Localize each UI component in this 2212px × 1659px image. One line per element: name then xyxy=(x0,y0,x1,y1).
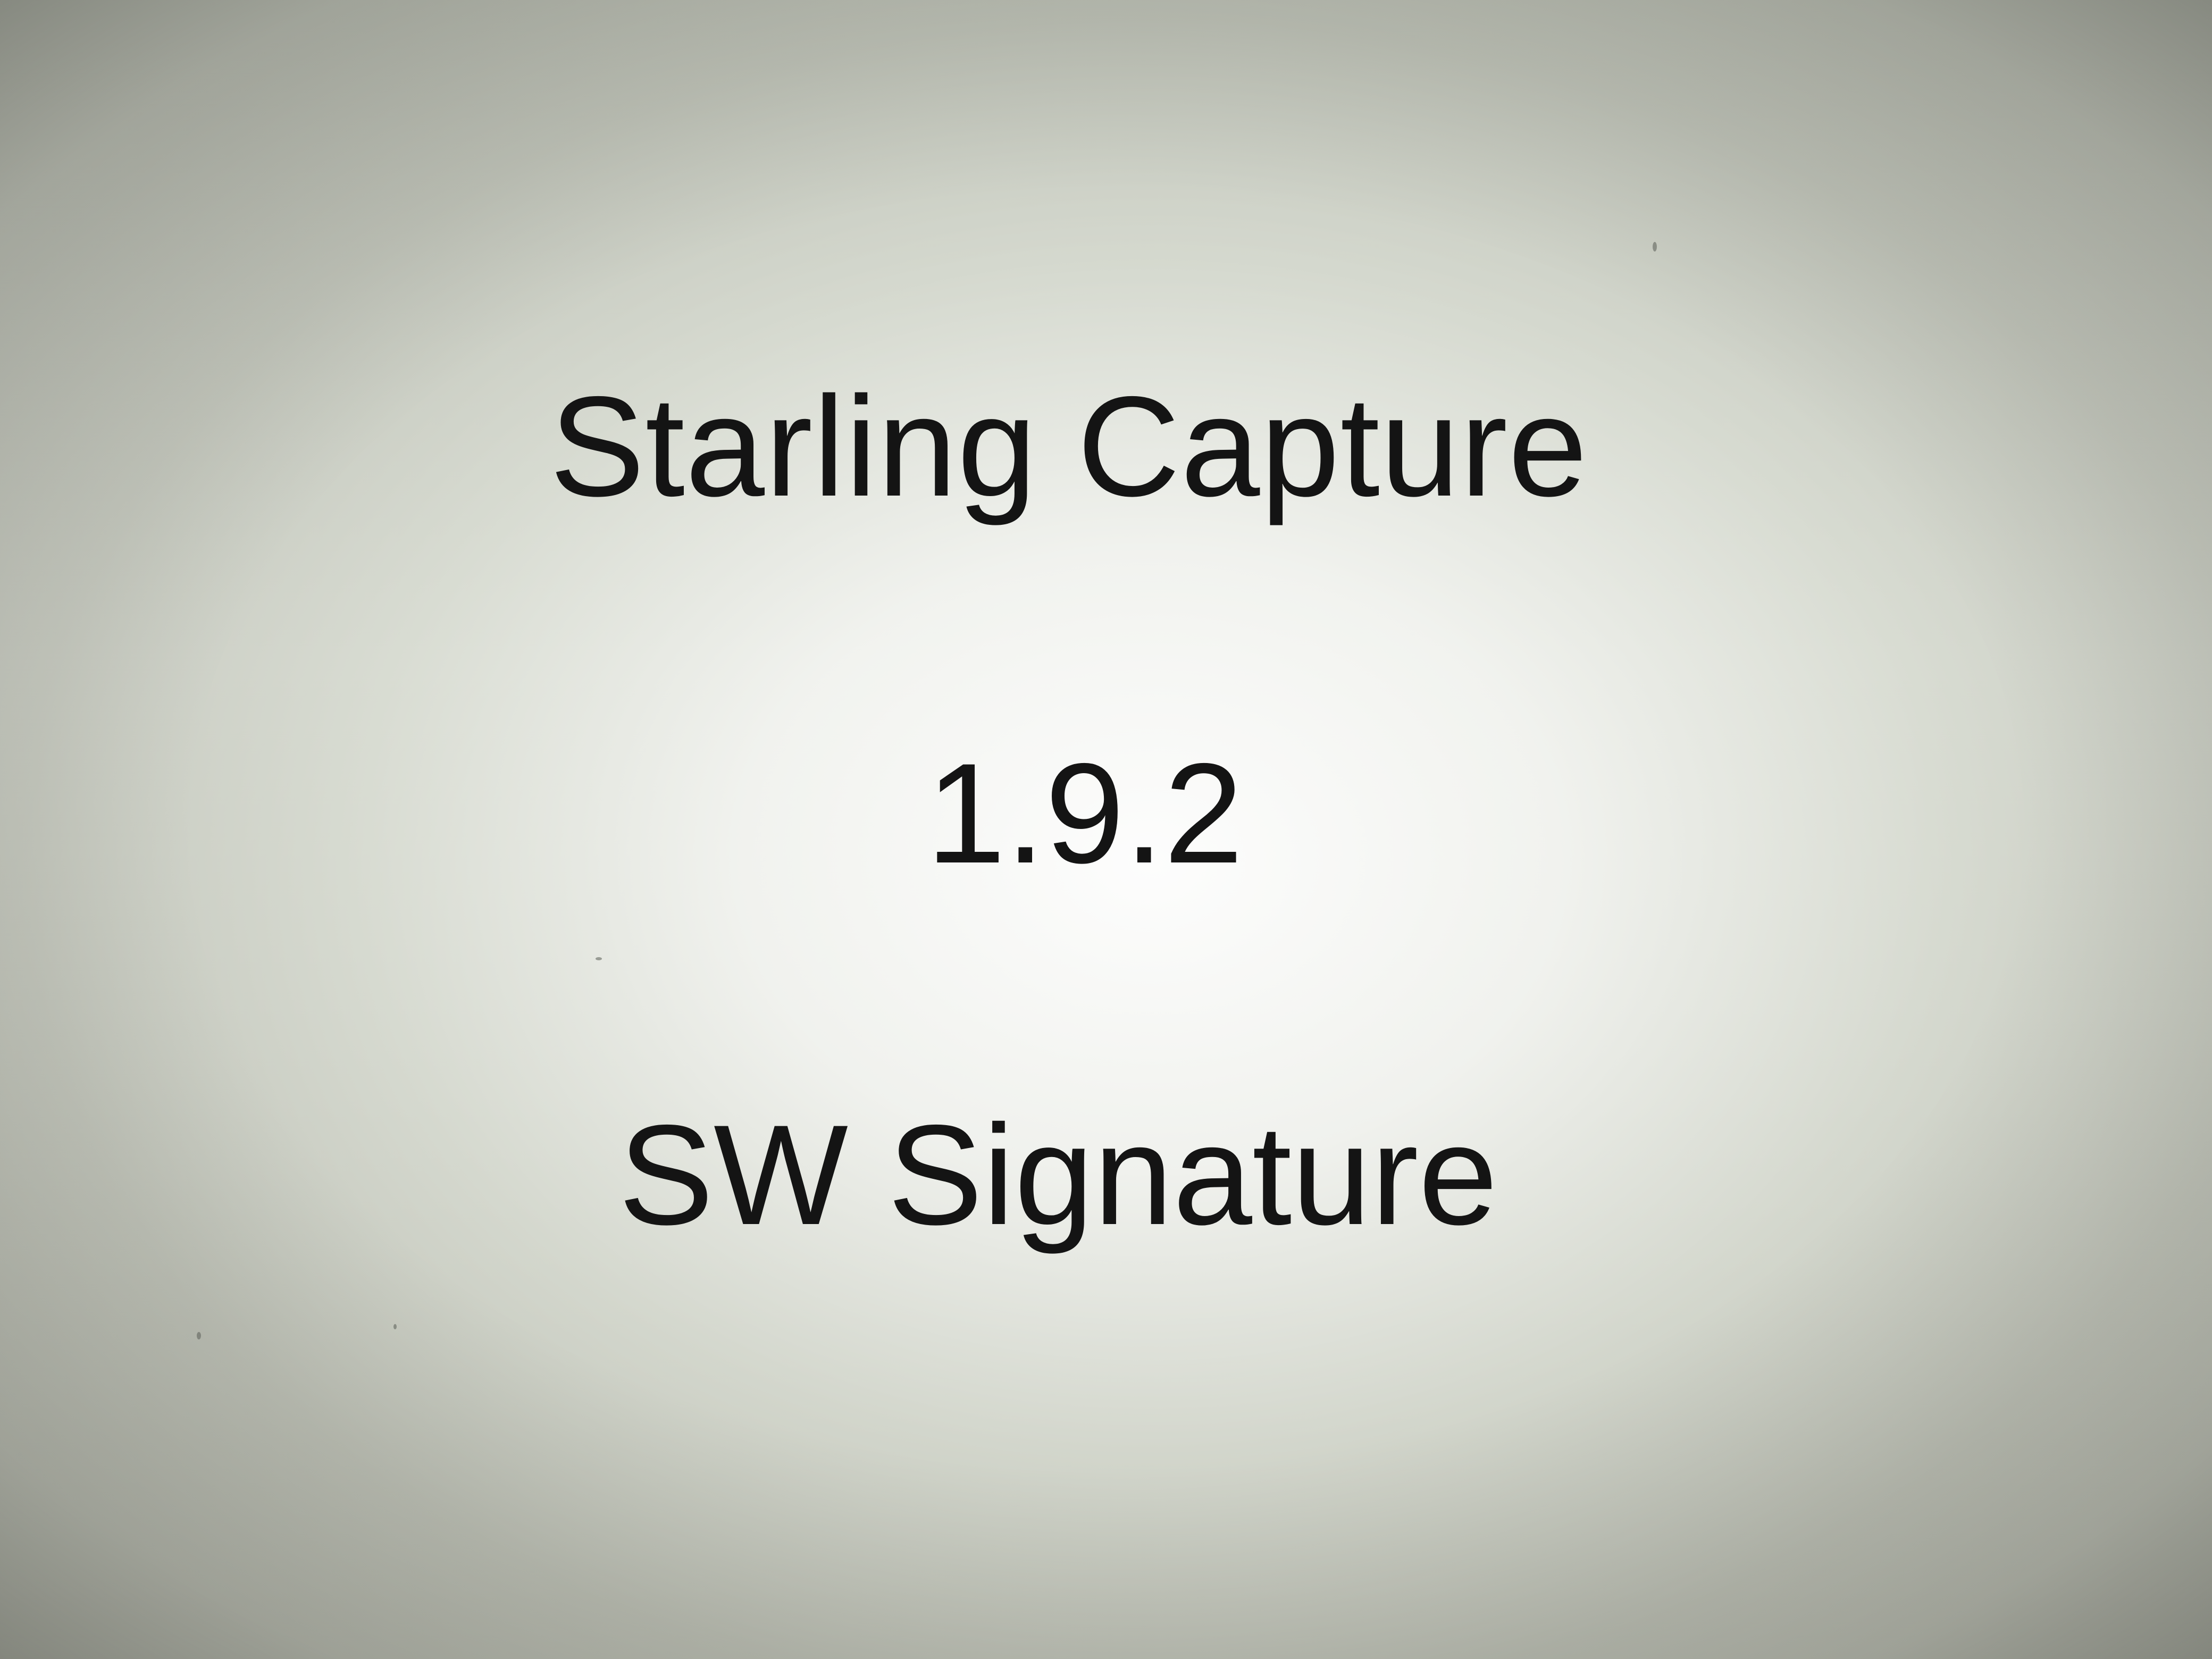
app-name-title: Starling Capture xyxy=(549,366,1588,526)
dust-speck xyxy=(1653,242,1657,252)
dust-speck xyxy=(197,1332,201,1339)
sw-signature-label: SW Signature xyxy=(618,1095,1498,1254)
dust-speck xyxy=(393,1324,397,1329)
splash-screen: Starling Capture 1.9.2 SW Signature xyxy=(0,0,2212,1659)
dust-speck xyxy=(596,957,602,960)
version-number: 1.9.2 xyxy=(926,733,1244,893)
